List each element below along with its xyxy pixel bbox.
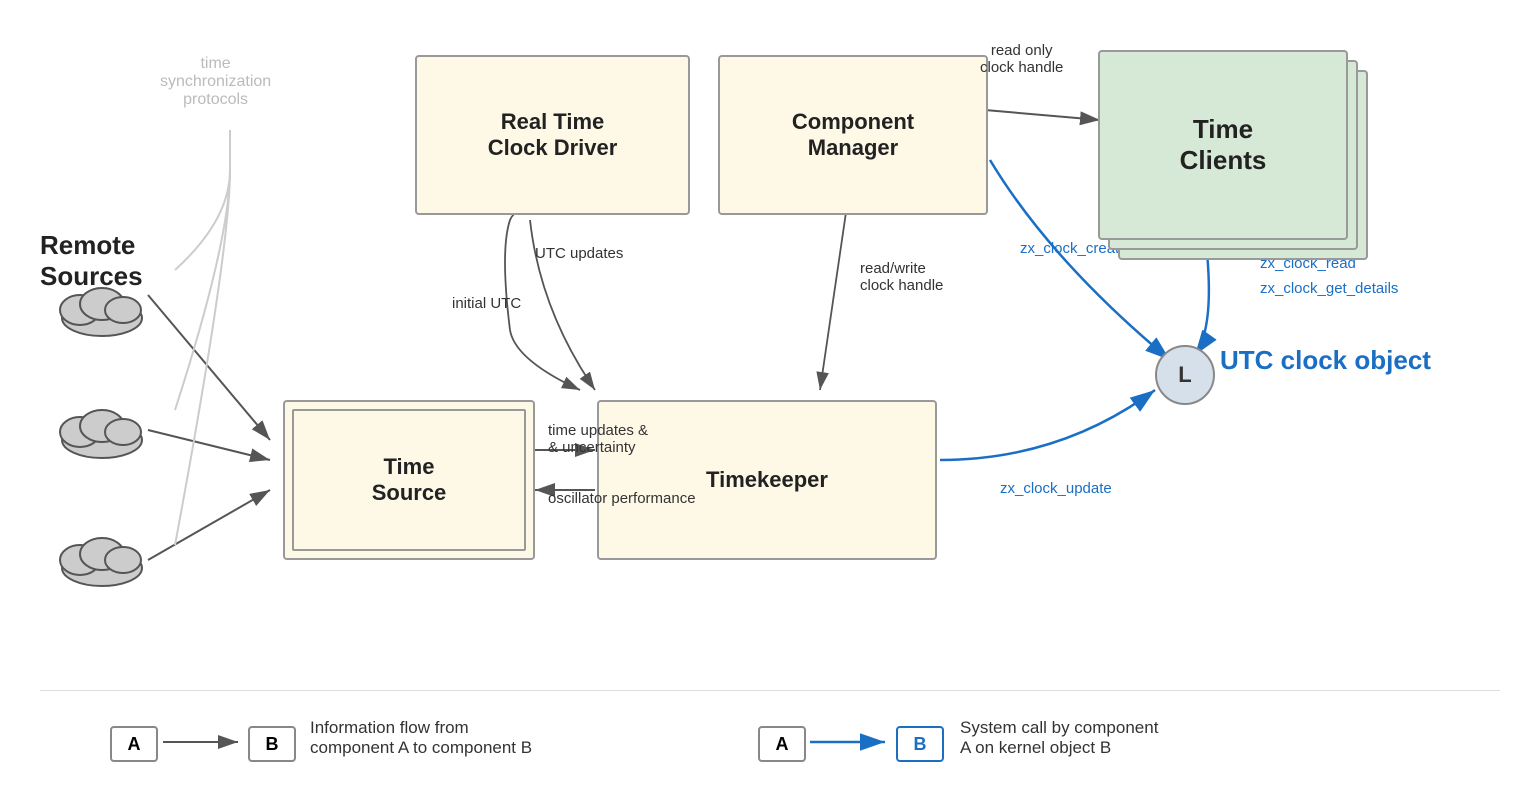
utc-clock-object-label: UTC clock object: [1220, 345, 1431, 376]
zx-clock-update-label: zx_clock_update: [1000, 480, 1112, 497]
legend-a-box: A: [110, 726, 158, 762]
time-sync-protocols-label: timesynchronizationprotocols: [160, 55, 271, 109]
legend-divider: [40, 690, 1500, 691]
legend-syscall-text: System call by componentA on kernel obje…: [960, 718, 1158, 758]
initial-utc-label: initial UTC: [452, 295, 521, 312]
utc-updates-label: UTC updates: [535, 245, 623, 262]
time-source-box: TimeSource: [283, 400, 535, 560]
cloud-2: [55, 390, 150, 465]
legend-b-box: B: [248, 726, 296, 762]
time-clients-box: TimeClients: [1098, 50, 1348, 240]
cloud-3: [55, 518, 150, 593]
time-updates-label: time updates && uncertainty: [548, 422, 648, 456]
read-write-clock-label: read/writeclock handle: [860, 260, 943, 294]
utc-clock-circle: L: [1155, 345, 1215, 405]
component-manager-box: ComponentManager: [718, 55, 988, 215]
legend-syscall-b-box: B: [896, 726, 944, 762]
rtc-driver-box: Real TimeClock Driver: [415, 55, 690, 215]
legend-info-flow-text: Information flow fromcomponent A to comp…: [310, 718, 532, 758]
zx-clock-get-details-label: zx_clock_get_details: [1260, 280, 1398, 297]
cloud-1: [55, 268, 150, 343]
read-only-clock-label: read onlyclock handle: [980, 42, 1063, 76]
legend-syscall-a-box: A: [758, 726, 806, 762]
oscillator-label: oscillator performance: [548, 490, 696, 507]
